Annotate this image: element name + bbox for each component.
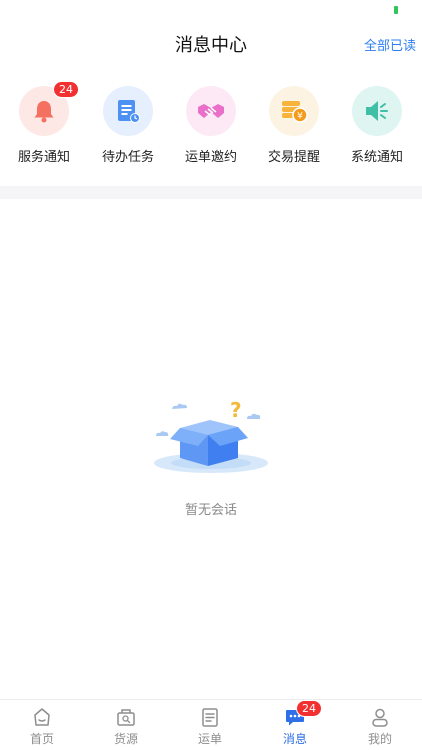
category-icon-circle (103, 86, 153, 136)
svg-text:?: ? (230, 398, 242, 422)
category-icon-circle: ¥ (269, 86, 319, 136)
coins-icon: ¥ (282, 101, 308, 123)
tab-messages[interactable]: 24 消息 (253, 700, 337, 747)
tab-label: 我的 (367, 732, 392, 746)
category-icon-circle (186, 86, 236, 136)
tab-profile[interactable]: 我的 (338, 706, 422, 747)
svg-text:¥: ¥ (297, 112, 303, 122)
status-bar (0, 0, 422, 22)
category-label: 待办任务 (101, 150, 154, 165)
category-icon-circle (352, 86, 402, 136)
profile-icon (369, 706, 391, 728)
tab-label: 消息 (282, 732, 307, 746)
tab-waybill[interactable]: 运单 (168, 706, 252, 747)
tab-label: 运单 (197, 732, 222, 746)
category-waybill-invite[interactable]: 运单邀约 (169, 86, 253, 165)
tab-home[interactable]: 首页 (0, 706, 84, 747)
tab-cargo-source[interactable]: 货源 (84, 706, 168, 747)
empty-box-icon: ? (154, 398, 268, 473)
waybill-icon (199, 706, 221, 728)
unread-badge: 24 (53, 81, 79, 98)
cargo-search-icon (115, 706, 137, 728)
category-label: 交易提醒 (267, 150, 320, 165)
category-icon-circle: 24 (19, 81, 79, 136)
empty-state-text: 暂无会话 (184, 503, 237, 518)
category-trade-reminder[interactable]: ¥ 交易提醒 (252, 86, 336, 165)
page-title: 消息中心 (175, 35, 247, 56)
battery-icon (394, 6, 398, 14)
speaker-icon (366, 101, 388, 121)
message-categories: 24 服务通知 待办任务 运单邀约 ¥ 交易提醒 系统通知 (0, 81, 422, 172)
category-label: 系统通知 (350, 150, 403, 165)
empty-state: ? 暂无会话 (0, 395, 422, 525)
category-label: 服务通知 (17, 150, 70, 165)
category-label: 运单邀约 (184, 150, 237, 165)
task-list-icon (118, 100, 140, 123)
tab-label: 首页 (29, 732, 54, 746)
bottom-tab-bar: 首页 货源 运单 24 消息 我的 (0, 699, 422, 750)
handshake-icon (198, 104, 224, 118)
unread-badge: 24 (296, 700, 322, 717)
tab-label: 货源 (113, 732, 138, 746)
header: 消息中心 全部已读 (0, 22, 422, 66)
section-divider (0, 186, 422, 199)
category-service-notice[interactable]: 24 服务通知 (2, 81, 86, 165)
mark-all-read-button[interactable]: 全部已读 (364, 35, 416, 54)
category-system-notice[interactable]: 系统通知 (335, 86, 419, 165)
chat-icon: 24 (284, 700, 322, 728)
bell-icon (34, 101, 54, 123)
category-todo-tasks[interactable]: 待办任务 (86, 86, 170, 165)
home-icon (31, 706, 53, 728)
